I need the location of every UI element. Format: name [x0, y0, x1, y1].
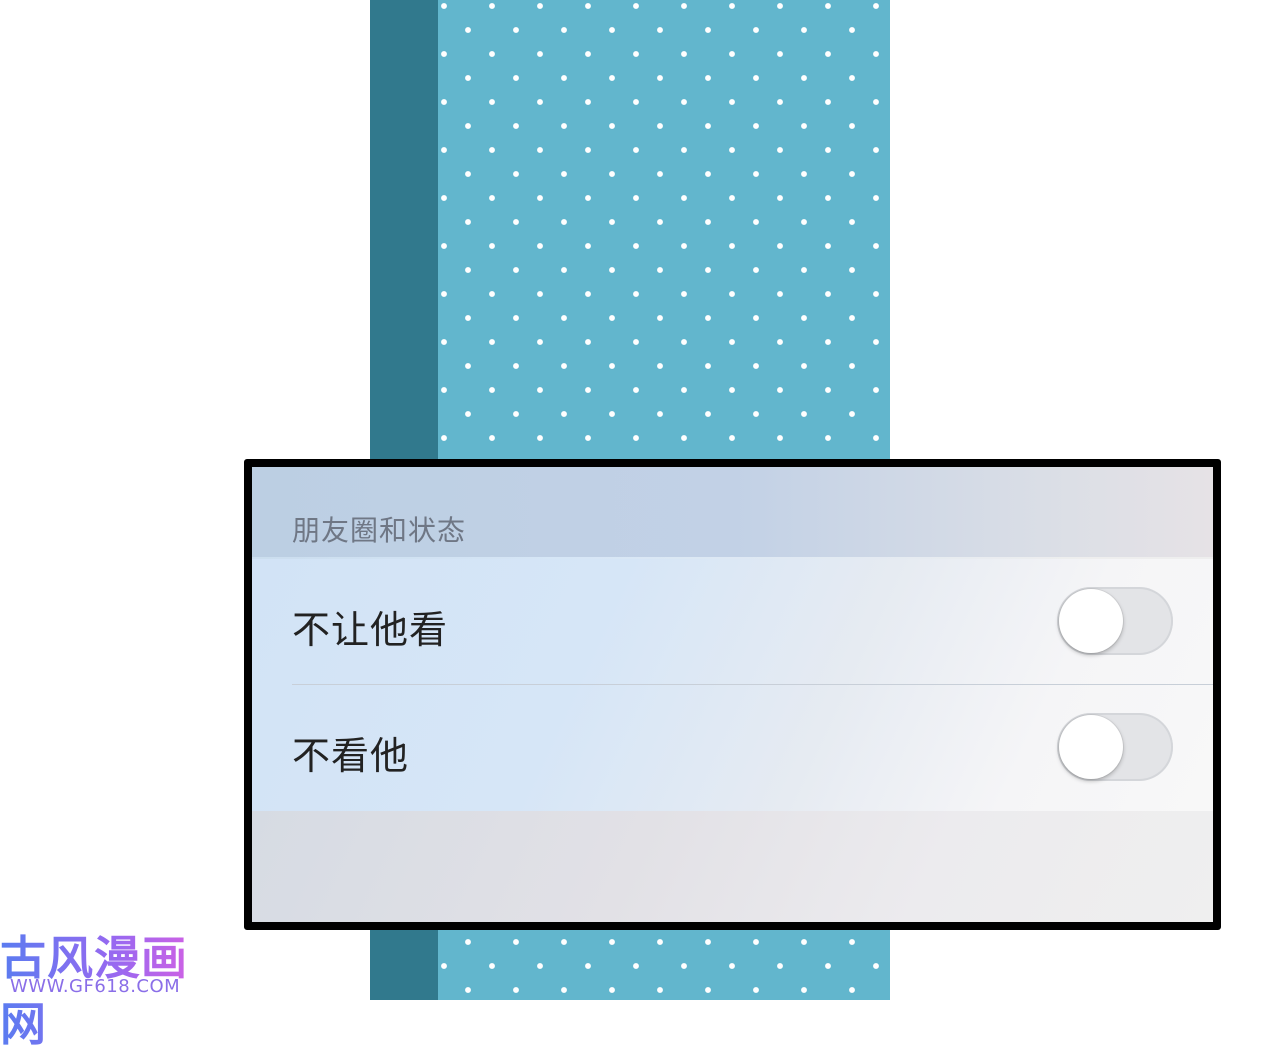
setting-label: 不让他看: [292, 608, 449, 652]
section-header: 朋友圈和状态: [252, 467, 1213, 557]
hide-their-posts-toggle[interactable]: [1057, 713, 1173, 781]
watermark-url: WWW.GF618.COM: [10, 976, 181, 997]
setting-row-hide-my-posts[interactable]: 不让他看: [252, 559, 1213, 685]
footer-blank-area: [252, 811, 1213, 922]
toggle-knob: [1059, 589, 1123, 653]
hide-my-posts-toggle[interactable]: [1057, 587, 1173, 655]
privacy-settings-panel: 朋友圈和状态 不让他看 不看他: [244, 459, 1221, 930]
section-title: 朋友圈和状态: [292, 514, 467, 547]
site-watermark: 古风漫画网 WWW.GF618.COM: [0, 922, 215, 1051]
setting-row-hide-their-posts[interactable]: 不看他: [252, 685, 1213, 811]
toggle-knob: [1059, 715, 1123, 779]
setting-label: 不看他: [292, 734, 410, 778]
settings-list: 不让他看 不看他: [252, 559, 1213, 811]
